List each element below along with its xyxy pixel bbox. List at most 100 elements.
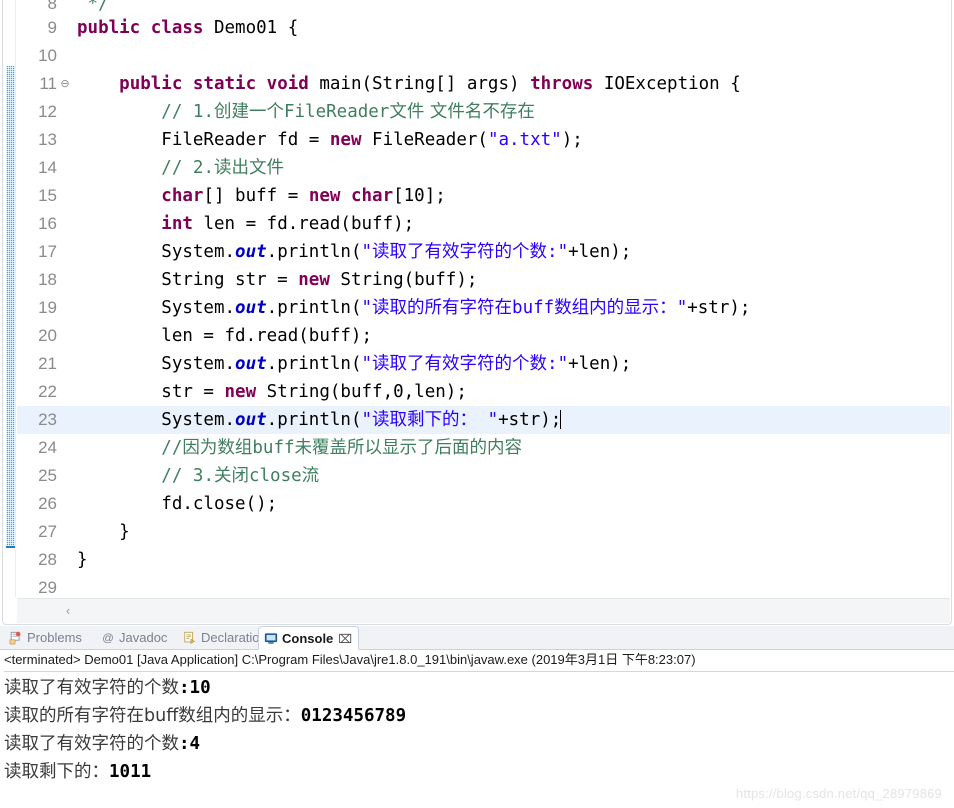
annotation-ruler[interactable] <box>3 0 16 597</box>
code-text: System.out.println("读取的所有字符在buff数组内的显示："… <box>73 294 750 322</box>
code-token: System. <box>77 354 236 374</box>
code-token: +str); <box>687 298 751 318</box>
code-token: FileReader <box>283 102 390 122</box>
code-text: } <box>73 546 88 574</box>
watermark-url: https://blog.csdn.net/qq_28979869 <box>735 786 942 801</box>
code-token: .println( <box>266 242 362 262</box>
code-line[interactable]: 8 */ <box>17 0 950 14</box>
code-token: .println( <box>266 298 362 318</box>
code-token: ); <box>561 130 583 150</box>
console-view[interactable]: <terminated> Demo01 [Java Application] C… <box>0 650 954 808</box>
code-token: FileReader( <box>372 130 488 150</box>
code-text: char[] buff = new char[10]; <box>73 182 446 210</box>
code-token: 关闭 <box>213 466 249 486</box>
code-text: } <box>73 518 130 546</box>
code-line[interactable]: 23 System.out.println("读取剩下的： "+str); <box>17 406 950 434</box>
code-text: // 3.关闭close流 <box>73 462 319 490</box>
code-viewport[interactable]: 8 */ 9 public class Demo01 { 10 11 ⊖ public s… <box>17 0 950 597</box>
code-text: System.out.println("读取了有效字符的个数:"+len); <box>73 238 631 266</box>
tab-javadoc[interactable]: @ Javadoc <box>96 626 178 650</box>
code-token: out <box>235 410 267 430</box>
code-token: String str = <box>77 270 299 290</box>
code-text: int len = fd.read(buff); <box>73 210 414 238</box>
code-token: FileReader fd = <box>77 130 330 150</box>
code-text: //因为数组buff未覆盖所以显示了后面的内容 <box>73 434 522 462</box>
method-scope-indicator <box>6 66 15 548</box>
code-line[interactable]: 28} <box>17 546 950 574</box>
code-line[interactable]: 27 } <box>17 518 950 546</box>
code-token: :" <box>547 354 569 374</box>
line-number: 19 <box>38 298 57 317</box>
line-number: 17 <box>38 242 57 261</box>
code-token: public class <box>77 18 214 38</box>
code-token: fd.close(); <box>77 494 278 514</box>
code-line[interactable]: 14 // 2.读出文件 <box>17 154 950 182</box>
code-token: 读取的所有字符在 <box>372 298 513 318</box>
console-line-value: 1011 <box>109 762 152 782</box>
code-token: "a.txt" <box>487 130 562 150</box>
fold-collapse-icon[interactable]: ⊖ <box>57 70 73 98</box>
code-line[interactable]: 20 len = fd.read(buff); <box>17 322 950 350</box>
svg-text:@: @ <box>102 633 114 645</box>
code-token: new <box>298 270 341 290</box>
line-number: 14 <box>38 158 57 177</box>
code-line[interactable]: 29 <box>17 574 950 597</box>
console-line-text: 读取了有效字符的个数 <box>4 734 179 754</box>
code-token: 文件 文件名不存在 <box>389 102 535 122</box>
line-number: 22 <box>38 382 57 401</box>
code-line[interactable]: 26 fd.close(); <box>17 490 950 518</box>
code-token: 读取了有效字符的个数 <box>372 242 548 262</box>
code-token: out <box>235 242 267 262</box>
tab-label: Problems <box>27 630 82 645</box>
console-launch-configuration-label: <terminated> Demo01 [Java Application] C… <box>4 651 954 672</box>
code-token: [] buff = <box>203 186 309 206</box>
console-line-text: 读取了有效字符的个数 <box>4 678 179 698</box>
code-line[interactable]: 12 // 1.创建一个FileReader文件 文件名不存在 <box>17 98 950 126</box>
code-token: 读出文件 <box>213 158 284 178</box>
code-line[interactable]: 25 // 3.关闭close流 <box>17 462 950 490</box>
code-token: System. <box>77 410 236 430</box>
view-tab-bar: Problems @ Javadoc Declaration Console ⌧ <box>0 626 954 650</box>
code-token: len = fd.read(buff); <box>77 326 373 346</box>
code-line[interactable]: 22 str = new String(buff,0,len); <box>17 378 950 406</box>
tab-problems[interactable]: Problems <box>4 626 96 650</box>
code-token: 数组内的显示： <box>554 298 677 318</box>
code-text: public static void main(String[] args) t… <box>73 70 741 98</box>
code-text: System.out.println("读取了有效字符的个数:"+len); <box>73 350 631 378</box>
code-token: len = fd.read(buff); <box>203 214 415 234</box>
console-output-line: 读取了有效字符的个数:4 <box>4 730 954 758</box>
scroll-left-arrow-icon[interactable]: ‹ <box>59 601 77 621</box>
code-token: // <box>161 438 183 458</box>
declaration-icon <box>182 629 198 644</box>
code-line[interactable]: 17 System.out.println("读取了有效字符的个数:"+len)… <box>17 238 950 266</box>
code-line[interactable]: 18 String str = new String(buff); <box>17 266 950 294</box>
console-line-value: 0123456789 <box>300 706 407 726</box>
close-icon[interactable]: ⌧ <box>338 628 352 651</box>
line-number: 25 <box>38 466 57 485</box>
line-number: 28 <box>38 550 57 569</box>
code-token: Demo01 { <box>213 18 299 38</box>
code-line[interactable]: 13 FileReader fd = new FileReader("a.txt… <box>17 126 950 154</box>
bottom-view-stack: Problems @ Javadoc Declaration Console ⌧ <ter… <box>0 626 954 808</box>
code-token: str = <box>77 382 225 402</box>
code-line[interactable]: 15 char[] buff = new char[10]; <box>17 182 950 210</box>
tab-label: Declaration <box>201 630 267 645</box>
editor-horizontal-scrollbar[interactable]: ‹ <box>17 598 950 623</box>
code-token: IOException { <box>603 74 741 94</box>
code-token: char <box>161 186 204 206</box>
code-line[interactable]: 19 System.out.println("读取的所有字符在buff数组内的显… <box>17 294 950 322</box>
code-text: System.out.println("读取剩下的： "+str); <box>73 406 562 434</box>
code-line[interactable]: 9 public class Demo01 { <box>17 14 950 42</box>
line-number: 20 <box>38 326 57 345</box>
code-line[interactable]: 10 <box>17 42 950 70</box>
line-number: 23 <box>38 410 57 429</box>
code-line[interactable]: 11 ⊖ public static void main(String[] arg… <box>17 70 950 98</box>
code-line[interactable]: 24 //因为数组buff未覆盖所以显示了后面的内容 <box>17 434 950 462</box>
code-line[interactable]: 16 int len = fd.read(buff); <box>17 210 950 238</box>
code-token: [10]; <box>393 186 446 206</box>
code-line[interactable]: 21 System.out.println("读取了有效字符的个数:"+len)… <box>17 350 950 378</box>
tab-console[interactable]: Console ⌧ <box>258 626 359 650</box>
code-token: System. <box>77 242 236 262</box>
line-number: 9 <box>47 18 57 37</box>
code-token: " <box>361 354 373 374</box>
